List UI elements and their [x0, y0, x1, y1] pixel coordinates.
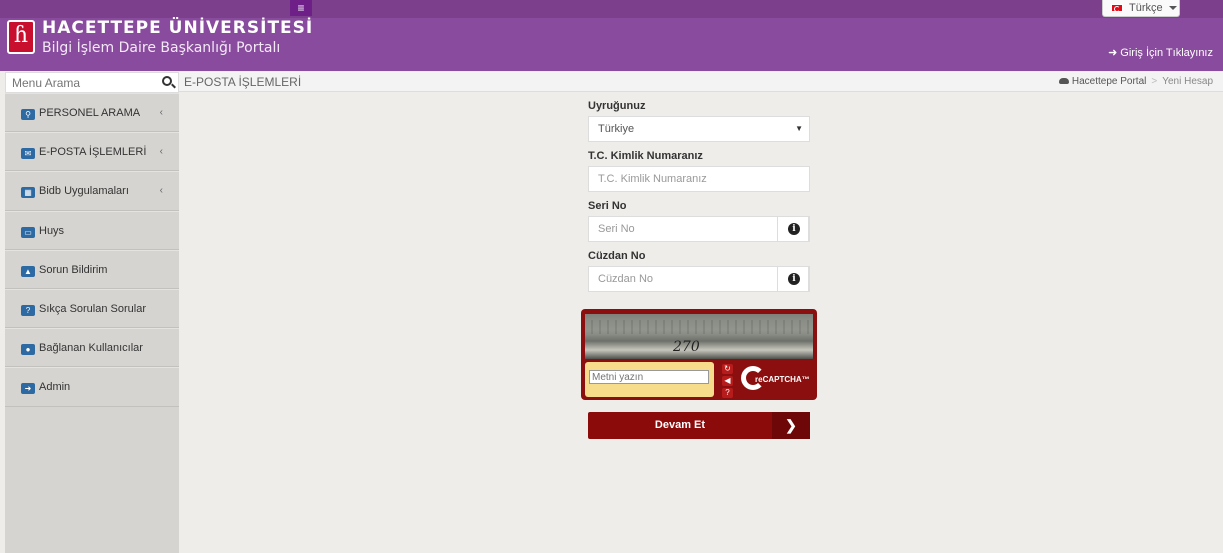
top-bar: ≡ Türkçe	[0, 0, 1223, 18]
caret-down-icon	[1168, 6, 1177, 10]
menu-search-input[interactable]	[6, 73, 156, 92]
sidebar-item-label: Huys	[39, 224, 65, 237]
sidebar: ⚲ PERSONEL ARAMA ‹ ✉ E-POSTA İŞLEMLERİ ‹ ▦ Bi…	[5, 93, 179, 553]
university-logo[interactable]: ɦ	[7, 20, 35, 54]
chevron-right-icon: ❯	[772, 412, 810, 439]
sidebar-item-bidb[interactable]: ▦ Bidb Uygulamaları ‹	[5, 171, 179, 211]
envelope-icon: ✉	[21, 148, 35, 160]
continue-label: Devam Et	[654, 419, 706, 431]
sidebar-item-label: Bağlanan Kullanıcılar	[39, 342, 143, 355]
chevron-left-icon: ‹	[159, 185, 163, 197]
recaptcha-logo: reCAPTCHA™	[739, 362, 813, 394]
sidebar-item-sorun-bildirim[interactable]: ▲ Sorun Bildirim	[5, 249, 179, 289]
nationality-label: Uyruğunuz	[588, 100, 646, 112]
sidebar-item-label: PERSONEL ARAMA	[39, 107, 141, 119]
captcha-response-area	[585, 362, 714, 397]
menu-search	[5, 72, 179, 93]
sign-in-icon: ➜	[1108, 47, 1118, 59]
login-link[interactable]: ➜ Giriş İçin Tıklayınız	[1108, 46, 1213, 59]
cloud-icon	[1058, 78, 1069, 84]
breadcrumb: Hacettepe Portal > Yeni Hesap	[1058, 76, 1213, 87]
warning-icon: ▲	[21, 265, 35, 277]
page-title: E-POSTA İŞLEMLERİ	[184, 75, 302, 89]
language-dropdown[interactable]: Türkçe	[1102, 0, 1180, 17]
wallet-placeholder: Cüzdan No	[598, 273, 654, 285]
tc-input[interactable]: T.C. Kimlik Numaranız	[588, 166, 810, 192]
sidebar-item-personel-arama[interactable]: ⚲ PERSONEL ARAMA ‹	[5, 93, 179, 133]
caret-down-icon: ▼	[795, 124, 803, 133]
serial-label: Seri No	[588, 200, 627, 212]
tc-placeholder: T.C. Kimlik Numaranız	[598, 173, 707, 185]
sign-in-icon: ➜	[21, 383, 35, 395]
site-header: ɦ HACETTEPE ÜNİVERSİTESİ Bilgi İşlem Dai…	[0, 18, 1223, 71]
sidebar-item-label: Admin	[39, 381, 71, 394]
wallet-label: Cüzdan No	[588, 250, 646, 262]
captcha-input[interactable]	[589, 370, 709, 384]
sidebar-item-e-posta[interactable]: ✉ E-POSTA İŞLEMLERİ ‹	[5, 132, 179, 172]
serial-input[interactable]: Seri No	[588, 216, 810, 242]
sidebar-item-sss[interactable]: ? Sıkça Sorulan Sorular	[5, 288, 179, 329]
recaptcha-widget: 270 ↻ ◀ ? reCAPTCHA™	[581, 309, 817, 400]
info-icon[interactable]	[777, 216, 809, 242]
search-icon[interactable]	[162, 76, 172, 86]
search-icon: ⚲	[21, 109, 35, 120]
sidebar-item-label: Sorun Bildirim	[39, 263, 108, 276]
brand-title: HACETTEPE ÜNİVERSİTESİ	[42, 18, 314, 38]
turkey-flag-icon	[1111, 4, 1123, 12]
breadcrumb-current: Yeni Hesap	[1162, 76, 1213, 87]
continue-button[interactable]: Devam Et ❯	[588, 412, 810, 439]
login-label: Giriş İçin Tıklayınız	[1120, 47, 1213, 59]
grid-icon: ▦	[21, 187, 35, 199]
identity-form: Uyruğunuz Türkiye ▼ T.C. Kimlik Numaranı…	[588, 100, 810, 300]
audio-icon[interactable]: ◀	[722, 376, 733, 386]
captcha-image-text: 270	[673, 339, 700, 355]
sidebar-item-baglanan[interactable]: ● Bağlanan Kullanıcılar	[5, 328, 179, 368]
breadcrumb-home[interactable]: Hacettepe Portal	[1072, 76, 1147, 87]
captcha-image: 270	[585, 314, 813, 359]
sidebar-item-admin[interactable]: ➜ Admin	[5, 367, 179, 407]
tc-label: T.C. Kimlik Numaranız	[588, 150, 703, 162]
title-bar: E-POSTA İŞLEMLERİ Hacettepe Portal > Yeni …	[179, 72, 1223, 92]
question-icon: ?	[21, 304, 35, 316]
hamburger-icon[interactable]: ≡	[290, 0, 312, 16]
chevron-left-icon: ‹	[159, 107, 163, 118]
language-label: Türkçe	[1129, 2, 1163, 14]
recaptcha-logo-text: reCAPTCHA™	[755, 375, 810, 384]
sidebar-item-label: Sıkça Sorulan Sorular	[39, 302, 146, 315]
serial-placeholder: Seri No	[598, 223, 635, 235]
comments-icon: ●	[21, 344, 35, 356]
refresh-icon[interactable]: ↻	[722, 364, 733, 374]
sidebar-item-label: E-POSTA İŞLEMLERİ	[39, 146, 147, 159]
nationality-select[interactable]: Türkiye ▼	[588, 116, 810, 142]
chevron-left-icon: ‹	[159, 146, 163, 158]
sidebar-item-label: Bidb Uygulamaları	[39, 185, 129, 198]
wallet-input[interactable]: Cüzdan No	[588, 266, 810, 292]
help-icon[interactable]: ?	[722, 388, 733, 398]
sidebar-item-huys[interactable]: ▭ Huys	[5, 210, 179, 250]
nationality-value: Türkiye	[598, 123, 635, 135]
monitor-icon: ▭	[21, 226, 35, 238]
info-icon[interactable]	[777, 266, 809, 292]
brand-subtitle: Bilgi İşlem Daire Başkanlığı Portalı	[42, 40, 281, 56]
